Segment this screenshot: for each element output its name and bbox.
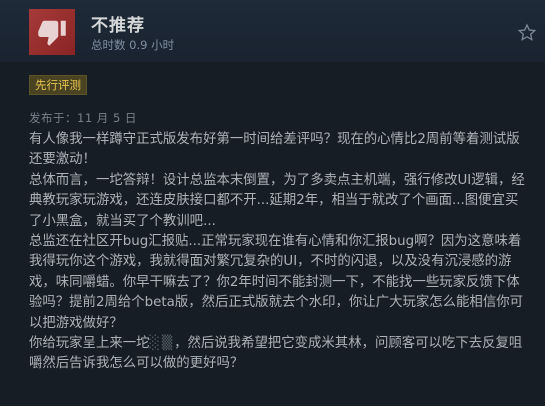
early-access-badge: 先行评测 <box>29 75 87 95</box>
review-verdict: 不推荐 <box>91 16 145 36</box>
review-body: 有人像我一样蹲守正式版发布好第一时间给差评吗？现在的心情比2周前等着测试版还要激… <box>29 130 529 375</box>
posted-date: 发布于：11 月 5 日 <box>29 111 137 125</box>
award-icon[interactable] <box>517 23 537 43</box>
review-text-fragment: 你给玩家呈上来一坨 <box>29 336 150 352</box>
review-card: 不推荐 总时数 0.9 小时 先行评测 发布于：11 月 5 日 有人像我一样蹲… <box>0 0 545 406</box>
review-paragraph: 有人像我一样蹲守正式版发布好第一时间给差评吗？现在的心情比2周前等着测试版还要激… <box>29 132 520 168</box>
review-paragraph: 你给玩家呈上来一坨░▒，然后说我希望把它变成米其林，问顾客可以吃下去反复咀嚼然后… <box>29 334 529 375</box>
review-paragraph: 总监还在社区开bug汇报贴...正常玩家现在谁有心情和你汇报bug啊？因为这意味… <box>29 234 523 331</box>
hours-played: 总时数 0.9 小时 <box>91 38 175 52</box>
review-header: 不推荐 总时数 0.9 小时 <box>0 0 545 62</box>
censored-text: ░▒ <box>149 336 175 352</box>
review-paragraph: 总体而言，一坨答辩！设计总监本末倒置，为了多卖点主机端，强行修改UI逻辑，经典教… <box>29 172 525 229</box>
thumbs-down-icon <box>29 9 75 55</box>
